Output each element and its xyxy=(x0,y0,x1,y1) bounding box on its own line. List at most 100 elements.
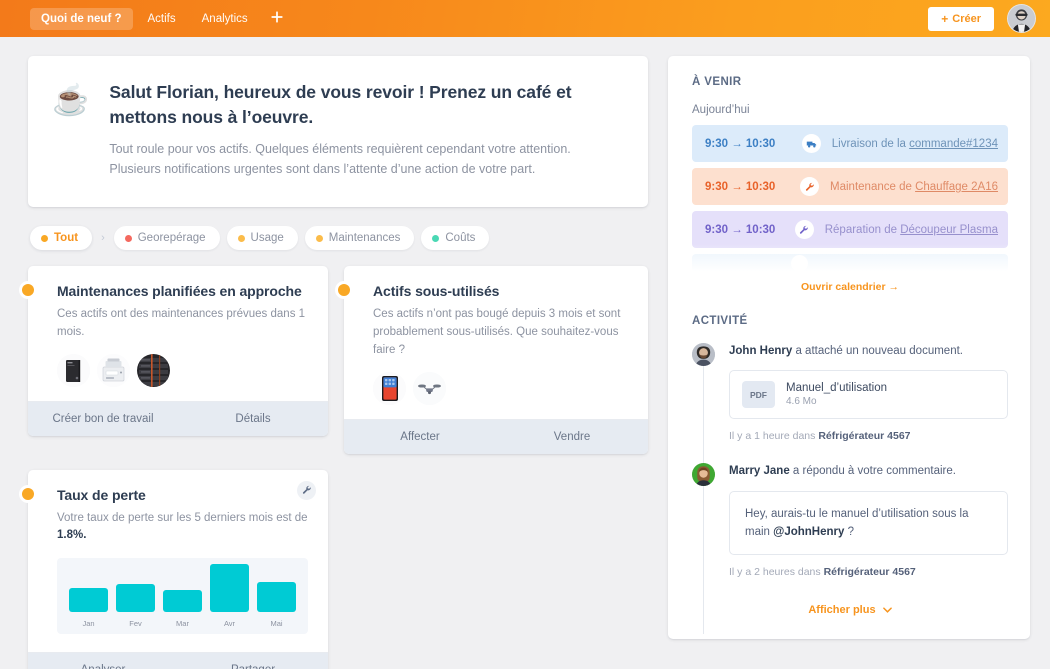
filter-pill-couts[interactable]: Coûts xyxy=(421,226,490,251)
create-button-label: Créer xyxy=(952,12,981,25)
plus-icon: + xyxy=(941,11,949,26)
bar-label: Jan xyxy=(82,619,95,629)
filter-pill-label: Tout xyxy=(54,232,79,245)
card-subtitle: Votre taux de perte sur les 5 derniers m… xyxy=(57,510,308,546)
chart-bar-mar: Mar xyxy=(163,590,202,628)
nav-tab-whats-new[interactable]: Quoi de neuf ? xyxy=(30,7,133,30)
activity-action: a attaché un nouveau document. xyxy=(792,345,963,357)
activity-headline: John Henry a attaché un nouveau document… xyxy=(729,343,1008,360)
comment-card[interactable]: Hey, aurais-tu le manuel d’utilisation s… xyxy=(729,490,1008,556)
card-footer: Analyser Partager xyxy=(28,652,328,669)
show-more-link[interactable]: Afficher plus xyxy=(692,604,1008,616)
card-taux-de-perte: Taux de perte Votre taux de perte sur le… xyxy=(22,469,328,669)
card-title: Actifs sous-utilisés xyxy=(373,283,500,300)
chart-bar-jan: Jan xyxy=(69,588,108,628)
nav-tab-assets[interactable]: Actifs xyxy=(137,8,187,30)
side-panel: À VENIR Aujourd’hui 9:30 → 10:30 Livrais… xyxy=(668,56,1030,639)
card-body: Taux de perte Votre taux de perte sur le… xyxy=(28,470,328,653)
agenda-link[interactable]: Découpeur Plasma xyxy=(900,224,998,236)
agenda-text-prefix: Réparation de xyxy=(824,223,901,236)
status-dot-icon xyxy=(124,234,132,242)
activity-meta-target[interactable]: Réfrigérateur 4567 xyxy=(824,566,916,578)
card-title: Maintenances planifiées en approche xyxy=(57,283,302,300)
activity-action: a répondu à votre commentaire. xyxy=(789,465,956,478)
filter-pill-label: Usage xyxy=(250,232,284,245)
agenda-row[interactable]: 9:30 → 10:30 Réparation de Découpeur Pla… xyxy=(692,211,1008,248)
activity-meta-prefix: Il y a 2 heures dans xyxy=(729,566,824,579)
agenda-time: 9:30 → 10:30 xyxy=(705,223,776,236)
show-more-label: Afficher plus xyxy=(808,604,876,617)
attachment-name: Manuel_d’utilisation xyxy=(786,382,888,395)
activity-meta: Il y a 1 heure dans Réfrigérateur 4567 xyxy=(729,430,1008,442)
create-button[interactable]: + Créer xyxy=(928,6,994,31)
share-button[interactable]: Partager xyxy=(178,653,328,669)
activity-feed: John Henry a attaché un nouveau document… xyxy=(692,343,1008,635)
nav-tab-analytics[interactable]: Analytics xyxy=(191,8,259,30)
create-work-order-button[interactable]: Créer bon de travail xyxy=(28,402,178,436)
attachment-card[interactable]: PDF Manuel_d’utilisation 4.6 Mo xyxy=(729,370,1008,420)
open-calendar-link[interactable]: Ouvrir calendrier → xyxy=(692,281,1008,293)
card-subtitle: Ces actifs n’ont pas bougé depuis 3 mois… xyxy=(373,308,621,356)
activity-content: John Henry a attaché un nouveau document… xyxy=(729,343,1008,442)
drone-thumbnail[interactable] xyxy=(413,371,446,405)
activity-content: Marry Jane a répondu à votre commentaire… xyxy=(729,463,1008,578)
add-tab-icon[interactable] xyxy=(263,11,291,26)
server-rack-thumbnail[interactable] xyxy=(137,353,170,387)
status-dot-icon xyxy=(237,234,245,242)
agenda-row-partial[interactable] xyxy=(692,254,1008,272)
chart-bar-avr: Avr xyxy=(210,564,249,628)
chart-bar-mai: Mai xyxy=(257,582,296,628)
agenda-link[interactable]: commande#1234 xyxy=(909,138,998,150)
pc-tower-thumbnail[interactable] xyxy=(57,353,90,387)
card-footer: Affecter Vendre xyxy=(344,418,648,454)
filter-pill-usage[interactable]: Usage xyxy=(226,226,298,251)
comment-mention[interactable]: @JohnHenry xyxy=(773,526,844,538)
sell-button[interactable]: Vendre xyxy=(496,420,648,454)
chevron-right-icon: › xyxy=(101,232,105,245)
tablet-thumbnail[interactable] xyxy=(373,371,406,405)
welcome-body-line-1: Tout roule pour vos actifs. Quelques élé… xyxy=(109,141,571,156)
welcome-text-block: Salut Florian, heureux de vous revoir ! … xyxy=(109,80,622,179)
details-button[interactable]: Détails xyxy=(178,402,328,436)
top-navigation-bar: Quoi de neuf ? Actifs Analytics + Créer xyxy=(0,0,1050,37)
bar[interactable] xyxy=(163,590,202,613)
status-dot-icon xyxy=(432,234,440,242)
activity-headline: Marry Jane a répondu à votre commentaire… xyxy=(729,463,1008,480)
chart-bars: Jan Fev Mar Avr Mai xyxy=(69,564,296,628)
topbar-actions: + Créer xyxy=(928,4,1036,33)
agenda-row[interactable]: 9:30 → 10:30 Livraison de la commande#12… xyxy=(692,125,1008,162)
attachment-info: Manuel_d’utilisation 4.6 Mo xyxy=(786,382,887,407)
wrench-icon[interactable] xyxy=(297,480,316,500)
assign-button[interactable]: Affecter xyxy=(344,420,496,454)
analyze-button[interactable]: Analyser xyxy=(28,653,178,669)
agenda-row[interactable]: 9:30 → 10:30 Maintenance de Chauffage 2A… xyxy=(692,168,1008,205)
bar[interactable] xyxy=(257,582,296,613)
user-avatar[interactable] xyxy=(1007,4,1036,33)
activity-meta-target[interactable]: Réfrigérateur 4567 xyxy=(818,430,910,442)
right-column: À VENIR Aujourd’hui 9:30 → 10:30 Livrais… xyxy=(668,56,1030,669)
marry-jane-avatar[interactable] xyxy=(692,463,715,487)
welcome-body-line-2: Plusieurs notifications urgentes sont da… xyxy=(109,161,536,176)
card-title: Taux de perte xyxy=(57,486,146,503)
printer-thumbnail[interactable] xyxy=(97,353,130,387)
main-nav: Quoi de neuf ? Actifs Analytics xyxy=(30,7,291,30)
agenda-link[interactable]: Chauffage 2A16 xyxy=(915,181,998,193)
welcome-card: ☕ Salut Florian, heureux de vous revoir … xyxy=(28,56,648,208)
john-henry-avatar[interactable] xyxy=(692,343,715,366)
coffee-cup-icon: ☕ xyxy=(52,84,90,117)
today-label: Aujourd’hui xyxy=(692,104,750,116)
wrench-icon xyxy=(791,254,808,272)
bar[interactable] xyxy=(116,584,155,613)
card-body: Maintenances planifiées en approche Ces … xyxy=(28,266,328,401)
agenda-text: Réparation de Découpeur Plasma xyxy=(825,224,998,236)
filter-pill-tout[interactable]: Tout xyxy=(30,226,93,251)
asset-thumbnail-list xyxy=(57,353,308,397)
filter-pill-label: Georepérage xyxy=(137,232,206,245)
filter-pill-maintenances[interactable]: Maintenances xyxy=(304,226,415,251)
bar[interactable] xyxy=(69,588,108,613)
activity-author: Marry Jane xyxy=(729,465,790,478)
loss-subtitle-prefix: Votre taux de perte sur les 5 derniers m… xyxy=(57,511,308,524)
chart-bar-fev: Fev xyxy=(116,584,155,628)
filter-pill-georeperage[interactable]: Georepérage xyxy=(113,226,220,251)
bar[interactable] xyxy=(210,564,249,613)
